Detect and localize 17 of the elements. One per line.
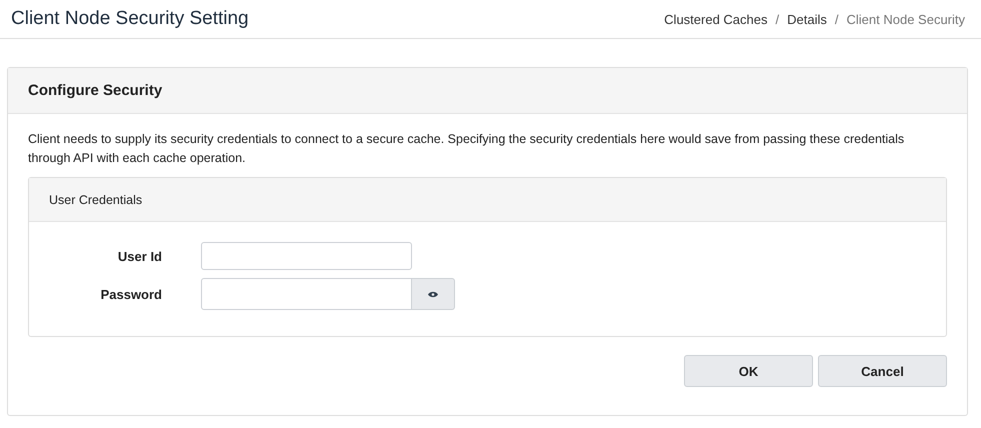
breadcrumb-item: Client Node Security: [846, 12, 965, 26]
breadcrumb-separator: /: [834, 12, 838, 26]
breadcrumb-item[interactable]: Details: [787, 12, 827, 26]
show-password-button[interactable]: [412, 278, 455, 310]
breadcrumb-item[interactable]: Clustered Caches: [664, 12, 768, 26]
field-label: Password: [100, 286, 162, 302]
panel-title: User Credentials: [49, 192, 142, 206]
page-title: Client Node Security Setting: [11, 8, 249, 30]
input-field[interactable]: [201, 242, 412, 270]
field-label: User Id: [116, 248, 162, 264]
eye-icon: [428, 290, 438, 298]
breadcrumb-separator: /: [776, 12, 780, 26]
card-title: Configure Security: [28, 82, 162, 99]
password-field[interactable]: [201, 278, 412, 310]
action-button[interactable]: Cancel: [818, 355, 947, 387]
description-text: Client needs to supply its security credentials to connect to a secure cache. Specifying the security credentials here would save from passing these credentials through API with each cache operation.: [28, 131, 906, 167]
action-button[interactable]: OK: [684, 355, 813, 387]
